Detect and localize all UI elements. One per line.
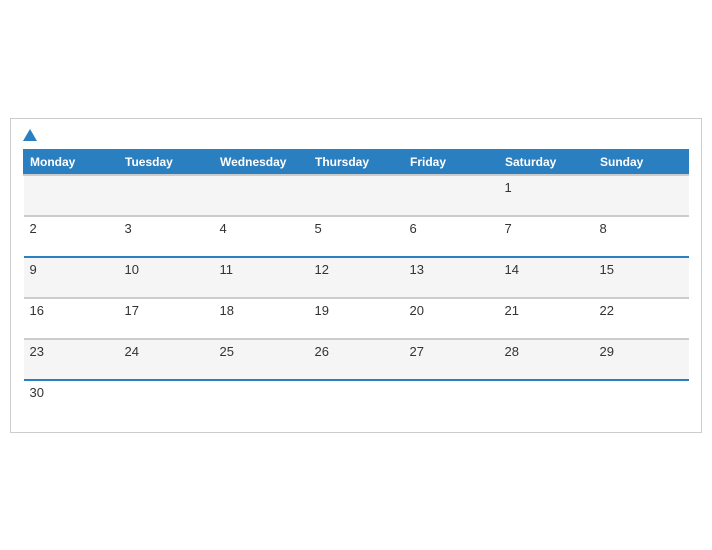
calendar-header xyxy=(23,129,689,141)
calendar-cell: 13 xyxy=(404,257,499,298)
day-number: 21 xyxy=(505,303,519,318)
day-number: 1 xyxy=(505,180,512,195)
calendar-cell xyxy=(594,380,689,420)
day-number: 28 xyxy=(505,344,519,359)
calendar-row-4: 23 24 25 26 27 28 29 xyxy=(24,339,689,380)
day-number: 29 xyxy=(600,344,614,359)
calendar-row-1: 2 3 4 5 6 7 8 xyxy=(24,216,689,257)
calendar-cell: 2 xyxy=(24,216,119,257)
day-number: 14 xyxy=(505,262,519,277)
calendar-cell xyxy=(24,175,119,216)
day-number: 18 xyxy=(220,303,234,318)
calendar-cell: 19 xyxy=(309,298,404,339)
day-number: 7 xyxy=(505,221,512,236)
calendar-row-2: 9 10 11 12 13 14 15 xyxy=(24,257,689,298)
calendar-cell xyxy=(309,380,404,420)
weekday-header-thursday: Thursday xyxy=(309,149,404,175)
calendar-row-0: 1 xyxy=(24,175,689,216)
day-number: 17 xyxy=(125,303,139,318)
day-number: 20 xyxy=(410,303,424,318)
calendar-cell: 4 xyxy=(214,216,309,257)
day-number: 2 xyxy=(30,221,37,236)
calendar-container: MondayTuesdayWednesdayThursdayFridaySatu… xyxy=(10,118,702,433)
calendar-cell: 22 xyxy=(594,298,689,339)
day-number: 13 xyxy=(410,262,424,277)
weekday-header-sunday: Sunday xyxy=(594,149,689,175)
weekday-header-tuesday: Tuesday xyxy=(119,149,214,175)
calendar-cell: 8 xyxy=(594,216,689,257)
calendar-cell xyxy=(309,175,404,216)
calendar-cell xyxy=(499,380,594,420)
calendar-cell: 29 xyxy=(594,339,689,380)
day-number: 9 xyxy=(30,262,37,277)
calendar-cell: 14 xyxy=(499,257,594,298)
day-number: 27 xyxy=(410,344,424,359)
calendar-cell: 25 xyxy=(214,339,309,380)
day-number: 5 xyxy=(315,221,322,236)
logo-triangle-icon xyxy=(23,129,37,141)
calendar-cell: 16 xyxy=(24,298,119,339)
calendar-cell: 21 xyxy=(499,298,594,339)
calendar-cell: 17 xyxy=(119,298,214,339)
calendar-grid: MondayTuesdayWednesdayThursdayFridaySatu… xyxy=(23,149,689,420)
day-number: 16 xyxy=(30,303,44,318)
day-number: 24 xyxy=(125,344,139,359)
calendar-cell: 5 xyxy=(309,216,404,257)
day-number: 30 xyxy=(30,385,44,400)
calendar-cell: 28 xyxy=(499,339,594,380)
calendar-cell: 10 xyxy=(119,257,214,298)
calendar-cell xyxy=(594,175,689,216)
calendar-cell: 23 xyxy=(24,339,119,380)
calendar-cell xyxy=(214,380,309,420)
calendar-cell: 20 xyxy=(404,298,499,339)
weekday-header-monday: Monday xyxy=(24,149,119,175)
calendar-cell xyxy=(404,380,499,420)
calendar-cell xyxy=(214,175,309,216)
day-number: 10 xyxy=(125,262,139,277)
day-number: 15 xyxy=(600,262,614,277)
day-number: 8 xyxy=(600,221,607,236)
calendar-cell: 15 xyxy=(594,257,689,298)
day-number: 25 xyxy=(220,344,234,359)
day-number: 4 xyxy=(220,221,227,236)
calendar-cell: 3 xyxy=(119,216,214,257)
calendar-row-3: 16 17 18 19 20 21 22 xyxy=(24,298,689,339)
day-number: 11 xyxy=(220,262,234,277)
calendar-cell: 9 xyxy=(24,257,119,298)
weekday-header-wednesday: Wednesday xyxy=(214,149,309,175)
calendar-cell: 26 xyxy=(309,339,404,380)
calendar-cell: 12 xyxy=(309,257,404,298)
day-number: 6 xyxy=(410,221,417,236)
calendar-cell: 6 xyxy=(404,216,499,257)
calendar-cell: 30 xyxy=(24,380,119,420)
calendar-cell xyxy=(119,380,214,420)
day-number: 3 xyxy=(125,221,132,236)
calendar-cell: 11 xyxy=(214,257,309,298)
weekday-header-row: MondayTuesdayWednesdayThursdayFridaySatu… xyxy=(24,149,689,175)
calendar-cell xyxy=(404,175,499,216)
day-number: 23 xyxy=(30,344,44,359)
calendar-cell xyxy=(119,175,214,216)
weekday-header-friday: Friday xyxy=(404,149,499,175)
calendar-row-5: 30 xyxy=(24,380,689,420)
day-number: 12 xyxy=(315,262,329,277)
calendar-cell: 1 xyxy=(499,175,594,216)
day-number: 19 xyxy=(315,303,329,318)
day-number: 22 xyxy=(600,303,614,318)
calendar-cell: 27 xyxy=(404,339,499,380)
logo-area xyxy=(23,129,40,141)
day-number: 26 xyxy=(315,344,329,359)
calendar-cell: 7 xyxy=(499,216,594,257)
calendar-cell: 18 xyxy=(214,298,309,339)
calendar-cell: 24 xyxy=(119,339,214,380)
weekday-header-saturday: Saturday xyxy=(499,149,594,175)
